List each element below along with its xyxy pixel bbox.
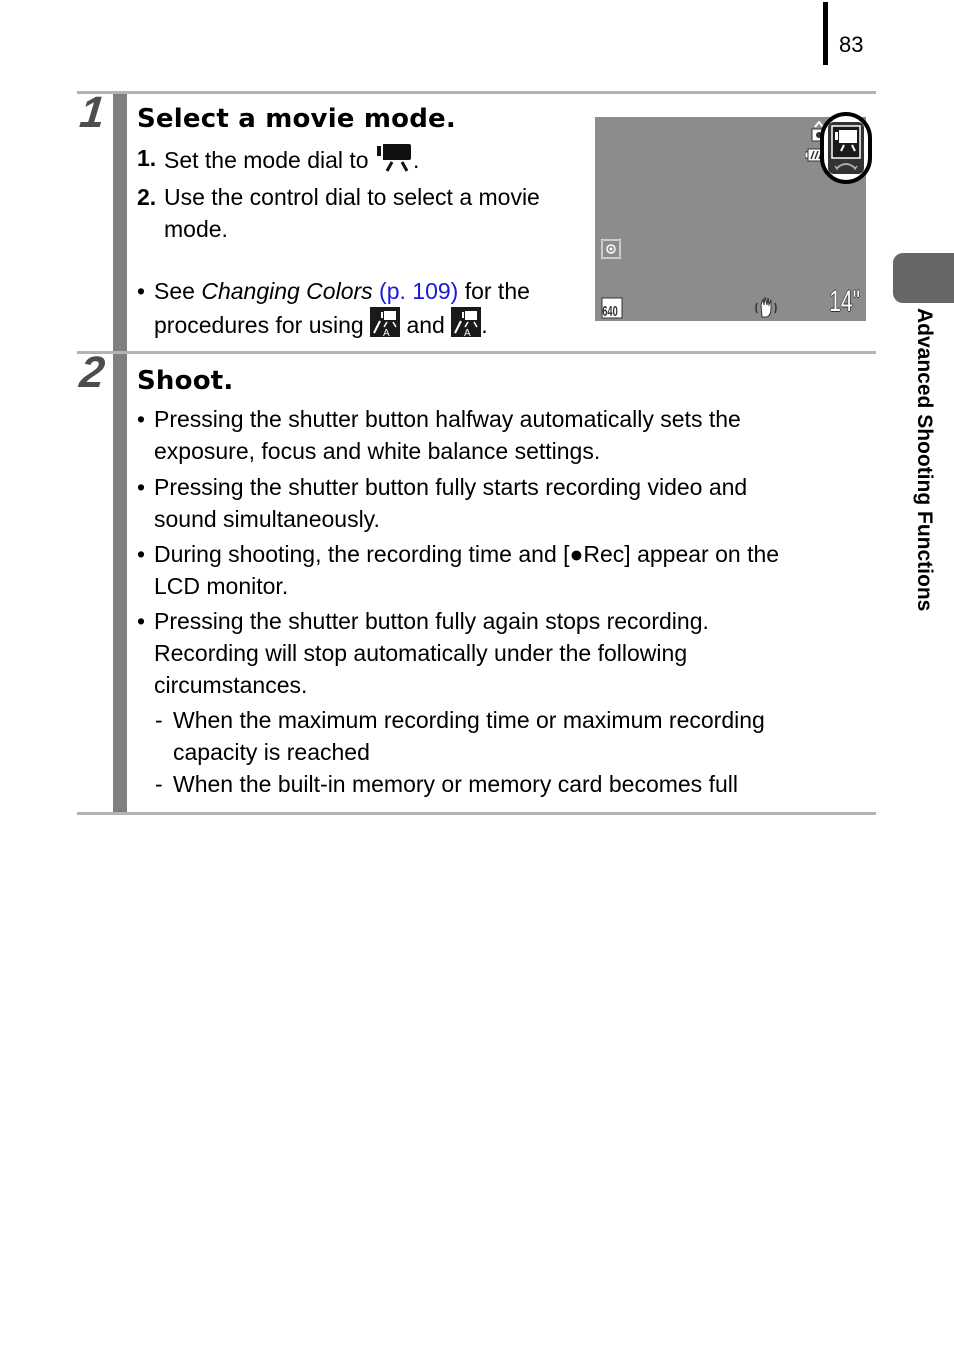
page-link[interactable]: (p. 109): [379, 278, 458, 304]
resolution-640-icon: 640: [601, 297, 623, 324]
color-swap-movie-icon: A: [451, 307, 482, 345]
note-reference-title: Changing Colors: [201, 278, 373, 304]
resolution-value: 640: [602, 303, 618, 319]
movie-mode-dial-icon: [820, 112, 872, 184]
item-number: 1.: [137, 145, 157, 171]
metering-icon: [601, 239, 621, 264]
bullet-text: Pressing the shutter button halfway auto…: [154, 406, 741, 432]
item-text-cont: mode.: [164, 216, 228, 242]
item-text: Use the control dial to select a movie: [164, 184, 540, 210]
page-number-rule: [823, 2, 828, 65]
dash-mark: -: [155, 771, 163, 797]
note-text: See: [154, 278, 202, 304]
bullet-text: Pressing the shutter button fully again …: [154, 608, 709, 634]
item-number: 2.: [137, 184, 157, 210]
chapter-tab: [893, 253, 954, 303]
step-1-number: 1: [77, 88, 106, 137]
bullet-mark: •: [137, 406, 146, 432]
dash-mark: -: [155, 707, 163, 733]
step-2-top-rule: [77, 351, 876, 354]
item-text-end: .: [412, 147, 420, 173]
step-2-bottom-rule: [77, 812, 876, 815]
item-text: Set the mode dial to: [164, 147, 375, 173]
note-text-end: for the: [458, 278, 530, 304]
sub-item-text-cont: capacity is reached: [173, 739, 370, 765]
bullet-text-cont: exposure, focus and white balance settin…: [154, 438, 601, 464]
chapter-label: Advanced Shooting Functions: [913, 308, 936, 612]
bullet-text-cont: LCD monitor.: [154, 573, 289, 599]
sub-item-text: When the maximum recording time or maxim…: [173, 707, 765, 733]
step-2-number: 2: [77, 348, 106, 397]
bullet-text-cont: sound simultaneously.: [154, 506, 380, 532]
bullet-mark: •: [137, 541, 146, 567]
step-1-heading: Select a movie mode.: [137, 104, 456, 134]
svg-text:A: A: [383, 328, 390, 337]
bullet-text: During shooting, the recording time and …: [154, 541, 780, 567]
page-number: 83: [839, 32, 864, 57]
step-2-bar: [113, 354, 127, 812]
sub-item-text: When the built-in memory or memory card …: [173, 771, 738, 797]
bullet-text-cont: Recording will stop automatically under …: [154, 640, 688, 666]
image-stabilizer-icon: [755, 295, 777, 324]
step-1-top-rule: [77, 91, 876, 94]
bullet-mark: •: [137, 608, 146, 634]
step-2-heading: Shoot.: [137, 366, 234, 396]
bullet-mark: •: [137, 278, 146, 304]
bullet-mark: •: [137, 474, 146, 500]
note-text-cont: procedures for using: [154, 312, 371, 338]
bullet-text-cont: circumstances.: [154, 672, 308, 698]
step-1-bar: [113, 94, 127, 351]
bullet-text: Pressing the shutter button fully starts…: [154, 474, 748, 500]
svg-text:A: A: [464, 328, 471, 337]
color-accent-movie-icon: A: [370, 307, 401, 345]
movie-mode-icon: [375, 142, 413, 180]
note-text-period: .: [481, 312, 488, 338]
remaining-time: 14": [829, 285, 860, 318]
note-text-and: and: [400, 312, 452, 338]
